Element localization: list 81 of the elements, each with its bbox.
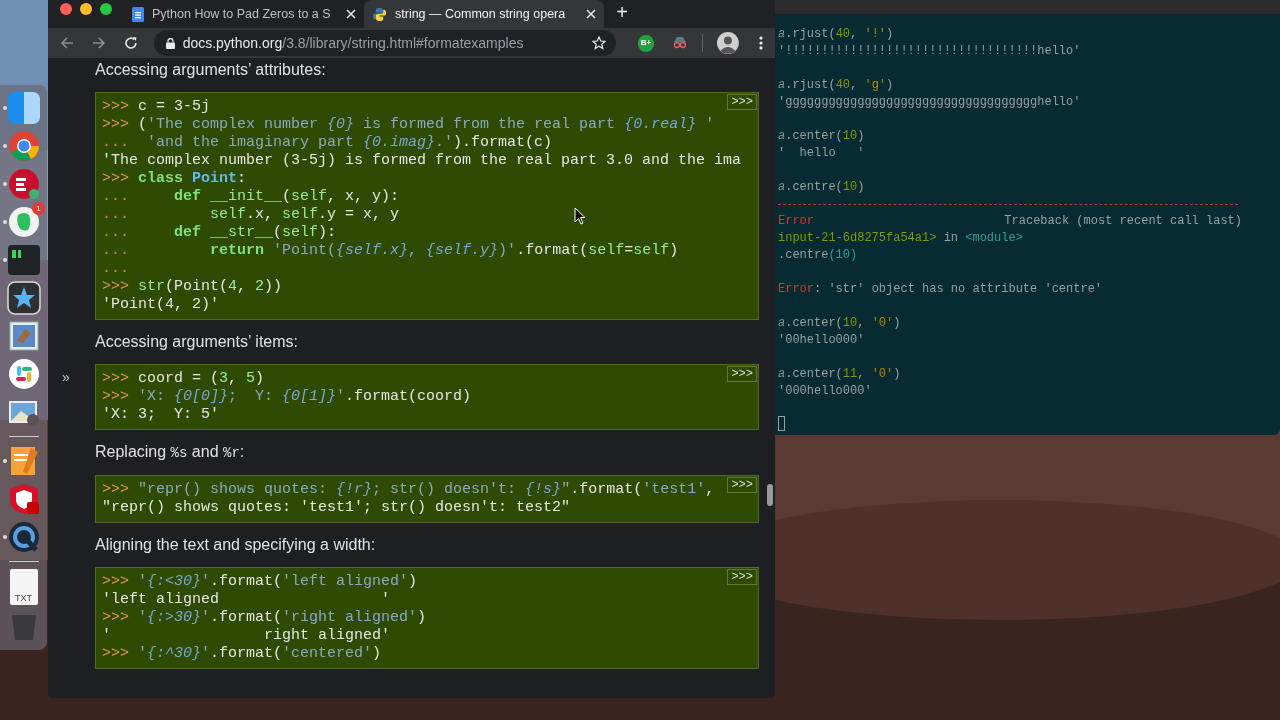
prompt-toggle-button[interactable]: >>> xyxy=(727,569,757,585)
code-line: >>> ('The complex number {0} is formed from the real part {0.real} ' xyxy=(102,116,715,134)
tab-title: Python How to Pad Zeros to a S xyxy=(152,5,332,23)
address-bar[interactable]: docs.python.org/3.8/library/string.html#formatexamples xyxy=(153,30,616,56)
forward-arrow-icon[interactable] xyxy=(91,36,106,50)
code-line: ... def __str__(self): xyxy=(102,224,337,242)
document-icon[interactable]: TXT xyxy=(9,569,38,605)
code-line: >>> 'X: {0[0]}; Y: {0[1]}'.format(coord) xyxy=(102,388,472,406)
code-line: >>> '{:<30}'.format('left aligned') xyxy=(102,573,418,591)
new-tab-button[interactable]: + xyxy=(604,0,640,28)
terminal-line: Error Traceback (most recent call last) xyxy=(778,213,1243,230)
star-icon[interactable] xyxy=(591,36,606,50)
prompt-toggle-button[interactable]: >>> xyxy=(727,366,757,382)
code-line: >>> '{:>30}'.format('right aligned') xyxy=(102,609,427,627)
code-line: 'left aligned ' xyxy=(102,591,391,609)
terminal-line: .centre(10) xyxy=(778,247,859,264)
mouse-pointer-icon xyxy=(574,207,586,225)
code-line: "repr() shows quotes: 'test1'; str() doesn't: test2" xyxy=(102,499,571,517)
terminal-line: '!!!!!!!!!!!!!!!!!!!!!!!!!!!!!!!!!!!hello' xyxy=(778,43,1082,60)
section-heading: Accessing arguments’ items: xyxy=(95,332,300,352)
code-line: ... def __init__(self, x, y): xyxy=(102,188,400,206)
minimize-window-button[interactable] xyxy=(80,3,92,15)
terminal-line: input-21-6d8275fa54a1> in <module> xyxy=(778,230,1024,247)
terminal-line: a.rjust(40, '!') xyxy=(778,26,895,43)
sidebar-toggle[interactable]: » xyxy=(62,369,70,385)
menu-icon[interactable] xyxy=(759,36,763,50)
terminal-line: a.rjust(40, 'g') xyxy=(778,77,895,94)
code-line: >>> '{:^30}'.format('centered') xyxy=(102,645,382,663)
text-cursor xyxy=(778,416,785,431)
terminal-line: ' hello ' xyxy=(778,145,866,162)
terminal-line: Error: 'str' object has no attribute 'centre' xyxy=(778,281,1104,298)
code-line: >>> c = 3-5j xyxy=(102,98,211,116)
app-icon[interactable] xyxy=(6,167,41,201)
code-line: ... self.x, self.y = x, y xyxy=(102,206,400,224)
app-icon[interactable] xyxy=(6,205,41,239)
zoom-window-button[interactable] xyxy=(100,3,112,15)
snake-logo-icon xyxy=(372,6,387,22)
close-icon[interactable] xyxy=(586,9,596,19)
code-line: 'The complex number (3-5j) is formed from the real part 3.0 and the ima xyxy=(102,152,742,170)
terminal-line: a.centre(10) xyxy=(778,179,866,196)
code-line: >>> coord = (3, 5) xyxy=(102,370,265,388)
code-line: >>> "repr() shows quotes: {!r}; str() doesn't: {!s}".format('test1', xyxy=(102,481,715,499)
file-type-label: TXT xyxy=(15,594,32,603)
lock-icon xyxy=(165,37,175,49)
app-icon[interactable] xyxy=(6,319,41,353)
spy-extension-icon[interactable] xyxy=(672,35,689,51)
browser-tab[interactable]: string — Common string opera xyxy=(364,0,604,28)
terminal-line: 'ggggggggggggggggggggggggggggggggggghello' xyxy=(778,94,1082,111)
scrollbar-thumb[interactable] xyxy=(767,484,773,506)
back-arrow-icon[interactable] xyxy=(60,36,74,50)
terminal-line: a.center(10, '0') xyxy=(778,315,902,332)
terminal-line: '000hello000' xyxy=(778,383,873,400)
prompt-toggle-button[interactable]: >>> xyxy=(727,477,757,493)
code-line: >>> class Point: xyxy=(102,170,247,188)
avatar-icon[interactable] xyxy=(717,32,740,54)
code-line: 'Point(4, 2)' xyxy=(102,296,220,314)
app-icon[interactable] xyxy=(6,520,41,554)
code-line: >>> str(Point(4, 2)) xyxy=(102,278,283,296)
url-text: docs.python.org/3.8/library/string.html#formatexamples xyxy=(182,33,525,53)
code-line: ... return 'Point({self.x}, {self.y})'.format(self=self) xyxy=(102,242,679,260)
code-line: ' right aligned' xyxy=(102,627,391,645)
app-icon[interactable] xyxy=(6,243,41,277)
close-window-button[interactable] xyxy=(60,3,72,15)
terminal-line: a.center(10) xyxy=(778,128,866,145)
code-line: ... 'and the imaginary part {0.imag}.').format(c) xyxy=(102,134,553,152)
section-heading: Aligning the text and specifying a width: xyxy=(95,535,377,555)
app-icon[interactable] xyxy=(6,281,41,315)
app-icon[interactable] xyxy=(6,357,41,391)
notification-badge: 1 xyxy=(32,202,45,215)
code-line: ... xyxy=(102,260,129,278)
terminal-line: '00hello000' xyxy=(778,332,866,349)
terminal-line: a.center(11, '0') xyxy=(778,366,902,383)
prompt-toggle-button[interactable]: >>> xyxy=(727,94,757,110)
close-icon[interactable] xyxy=(346,9,356,19)
tab-title: string — Common string opera xyxy=(395,5,567,23)
section-heading: Accessing arguments’ attributes: xyxy=(95,60,327,80)
code-line: 'X: 3; Y: 5' xyxy=(102,406,220,424)
document-icon xyxy=(132,6,144,22)
section-heading: Replacing %s and %r: xyxy=(95,442,246,463)
reload-icon[interactable] xyxy=(123,36,138,50)
app-icon[interactable] xyxy=(6,129,41,163)
